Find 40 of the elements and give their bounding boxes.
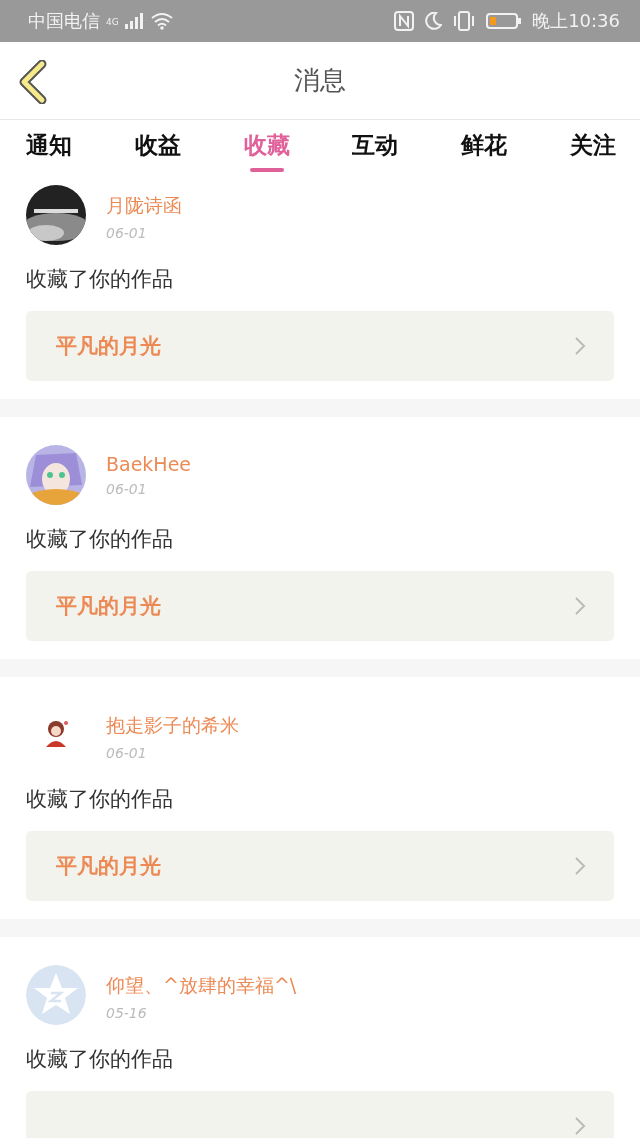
tab[interactable]: 鲜花 xyxy=(461,120,508,178)
tab[interactable]: 收益 xyxy=(134,120,181,178)
battery-icon xyxy=(486,13,523,29)
work-title: 平凡的月光 xyxy=(56,853,161,880)
work-link[interactable]: 平凡的月光 xyxy=(26,311,614,381)
user-name[interactable]: 月陇诗函 xyxy=(106,193,182,219)
tab[interactable]: 互动 xyxy=(352,120,399,178)
message-text: 收藏了你的作品 xyxy=(26,266,174,293)
network-type: 4G xyxy=(106,17,119,27)
message-text: 收藏了你的作品 xyxy=(26,1046,174,1073)
chevron-icon xyxy=(574,856,586,876)
message-text: 收藏了你的作品 xyxy=(26,786,174,813)
moon-icon xyxy=(424,12,443,30)
default-avatar-icon xyxy=(26,965,86,1025)
work-link[interactable]: 平凡的月光 xyxy=(26,571,614,641)
carrier-name: 中国电信 xyxy=(28,9,100,33)
signal-icon xyxy=(124,13,145,29)
user-name[interactable]: 抱走影子的希米 xyxy=(106,713,239,739)
chevron-icon xyxy=(574,596,586,616)
message-date: 06-01 xyxy=(106,225,148,241)
chevron-icon xyxy=(574,1116,586,1136)
message-date: 05-16 xyxy=(106,1005,148,1021)
tab[interactable]: 通知 xyxy=(26,120,72,178)
back-button[interactable] xyxy=(18,60,48,104)
work-link[interactable]: 平凡的月光 xyxy=(26,831,614,901)
message-date: 06-01 xyxy=(106,481,148,497)
message-text: 收藏了你的作品 xyxy=(26,526,174,553)
message-date: 06-01 xyxy=(106,745,148,761)
user-name[interactable]: BaekHee xyxy=(106,453,192,475)
wifi-icon xyxy=(150,12,173,30)
user-name[interactable]: 仰望、^放肆的幸福^\ xyxy=(106,973,297,999)
vibrate-icon xyxy=(452,11,477,31)
tab[interactable]: 关注 xyxy=(570,120,616,178)
work-title: 平凡的月光 xyxy=(56,593,161,620)
status-time: 晚上10:36 xyxy=(532,9,620,33)
nfc-icon xyxy=(394,11,415,31)
chevron-icon xyxy=(574,336,586,356)
tab[interactable]: 收藏 xyxy=(243,120,290,178)
work-title: 平凡的月光 xyxy=(56,333,161,360)
page-title: 消息 xyxy=(294,64,346,97)
